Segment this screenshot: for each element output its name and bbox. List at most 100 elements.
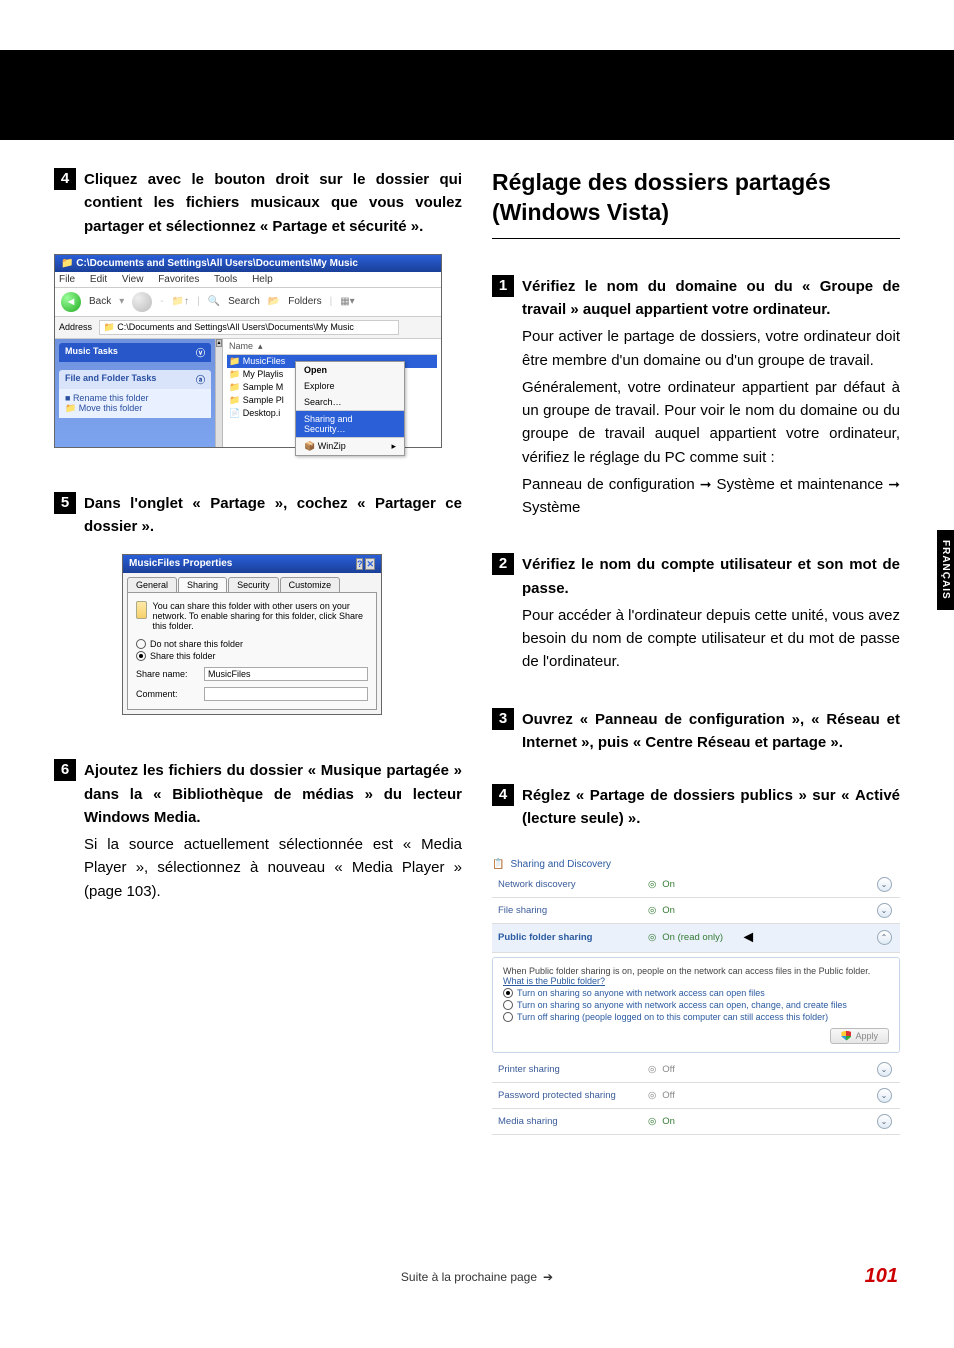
step-title: Dans l'onglet « Partage », cochez « Part… [84, 492, 462, 539]
row-label: File sharing [498, 905, 648, 916]
vista-section-head: 📋 Sharing and Discovery [492, 857, 900, 872]
left-column: 4 Cliquez avec le bouton droit sur le do… [54, 168, 462, 1135]
chevron-down-icon: ⌄ [877, 877, 892, 892]
step-detail: Panneau de configuration ➞ Système et ma… [522, 473, 900, 520]
properties-screenshot: MusicFiles Properties ?✕ General Sharing… [122, 554, 382, 715]
explorer-sidebar: Music Tasksⓥ File and Folder Tasksⓐ ■ Re… [55, 339, 215, 447]
vista-row-printer: Printer sharing ◎ Off ⌄ [492, 1057, 900, 1083]
close-icon: ✕ [365, 558, 375, 570]
step-number: 6 [54, 759, 76, 781]
chevron-down-icon: ⌄ [877, 903, 892, 918]
radio-opt3: Turn off sharing (people logged on to th… [503, 1012, 889, 1022]
step-4: 4 Cliquez avec le bouton droit sur le do… [54, 168, 462, 238]
step-3: 3 Ouvrez « Panneau de configuration », «… [492, 708, 900, 755]
row-value: ◎ On [648, 905, 874, 916]
menu-help: Help [252, 274, 273, 285]
radio-opt1: Turn on sharing so anyone with network a… [503, 988, 889, 998]
context-menu: Open Explore Search… Sharing and Securit… [295, 361, 405, 456]
shield-icon [841, 1031, 851, 1041]
explorer-titlebar: 📁 C:\Documents and Settings\All Users\Do… [55, 255, 441, 272]
step-title: Vérifiez le nom du compte utilisateur et… [522, 553, 900, 600]
indicator-arrow-icon: ◄ [740, 929, 756, 947]
step-title: Ouvrez « Panneau de configuration », « R… [522, 708, 900, 755]
vista-row-publicfolder: Public folder sharing ◎ On (read only) ◄… [492, 924, 900, 953]
properties-title-text: MusicFiles Properties [129, 558, 232, 570]
menu-favorites: Favorites [158, 274, 199, 285]
views-icon: ▦▾ [340, 296, 354, 307]
share-name-label: Share name: [136, 669, 198, 679]
row-label: Public folder sharing [498, 932, 648, 943]
row-label: Media sharing [498, 1116, 648, 1127]
explorer-title-text: C:\Documents and Settings\All Users\Docu… [76, 258, 358, 269]
tab-security: Security [228, 577, 279, 592]
row-value: ◎ Off [648, 1064, 874, 1075]
tab-sharing: Sharing [178, 577, 227, 592]
share-name-input [204, 667, 368, 681]
menu-file: File [59, 274, 75, 285]
step-number: 4 [54, 168, 76, 190]
move-folder-item: 📁 Move this folder [65, 403, 205, 414]
vista-row-password: Password protected sharing ◎ Off ⌄ [492, 1083, 900, 1109]
explorer-screenshot: 📁 C:\Documents and Settings\All Users\Do… [54, 254, 442, 448]
list-header-name: Name ▴ [227, 339, 437, 355]
page-content: 4 Cliquez avec le bouton droit sur le do… [54, 168, 900, 1135]
radio-opt2: Turn on sharing so anyone with network a… [503, 1000, 889, 1010]
row-label: Network discovery [498, 879, 648, 890]
help-icon: ? [356, 558, 364, 570]
properties-titlebar: MusicFiles Properties ?✕ [123, 555, 381, 573]
panel-link: What is the Public folder? [503, 976, 605, 986]
arrow-icon: ➞ [700, 474, 712, 496]
language-tab: FRANÇAIS [937, 530, 954, 610]
step-title: Ajoutez les fichiers du dossier « Musiqu… [84, 759, 462, 829]
step-body: Vérifiez le nom du compte utilisateur et… [522, 553, 900, 673]
step-number: 2 [492, 553, 514, 575]
tab-customize: Customize [280, 577, 341, 592]
properties-body: You can share this folder with other use… [127, 592, 377, 710]
address-bar: Address 📁 C:\Documents and Settings\All … [55, 317, 441, 339]
right-column: Réglage des dossiers partagés (Windows V… [492, 168, 900, 1135]
step-number: 1 [492, 275, 514, 297]
folders-icon: 📂 [268, 296, 280, 307]
header-black-bar [0, 50, 954, 140]
comment-input [204, 687, 368, 701]
row-value: ◎ On [648, 879, 874, 890]
ctx-winzip: 📦 WinZip▸ [296, 438, 404, 455]
step-6: 6 Ajoutez les fichiers du dossier « Musi… [54, 759, 462, 903]
forward-icon [132, 292, 152, 312]
vista-screenshot: 📋 Sharing and Discovery Network discover… [492, 857, 900, 1135]
tab-general: General [127, 577, 177, 592]
music-tasks-head: Music Tasksⓥ [59, 343, 211, 362]
back-icon: ◄ [61, 292, 81, 312]
folders-label: Folders [288, 296, 321, 307]
page-footer: Suite à la prochaine page ➔ 101 [0, 1265, 954, 1288]
ctx-explore: Explore [296, 378, 404, 394]
step-title: Vérifiez le nom du domaine ou du « Group… [522, 275, 900, 322]
step-body: Ajoutez les fichiers du dossier « Musiqu… [84, 759, 462, 903]
explorer-toolbar: ◄ Back ▾ - 📁↑ | 🔍 Search 📂 Folders | ▦▾ [55, 288, 441, 317]
menu-edit: Edit [90, 274, 107, 285]
address-text: C:\Documents and Settings\All Users\Docu… [117, 322, 354, 332]
chevron-down-icon: ⌄ [877, 1062, 892, 1077]
menu-tools: Tools [214, 274, 237, 285]
step-2: 2 Vérifiez le nom du compte utilisateur … [492, 553, 900, 673]
step-title: Réglez « Partage de dossiers publics » s… [522, 784, 900, 831]
row-label: Password protected sharing [498, 1090, 648, 1101]
step-detail: Si la source actuellement sélectionnée e… [84, 833, 462, 903]
share-name-row: Share name: [136, 667, 368, 681]
step-5: 5 Dans l'onglet « Partage », cochez « Pa… [54, 492, 462, 539]
step-4-right: 4 Réglez « Partage de dossiers publics »… [492, 784, 900, 831]
footer-text: Suite à la prochaine page ➔ [401, 1270, 553, 1284]
explorer-file-list: Name ▴ 📁 MusicFiles 📁 My Playlis 📁 Sampl… [223, 339, 441, 447]
vista-row-media: Media sharing ◎ On ⌄ [492, 1109, 900, 1135]
step-detail: Généralement, votre ordinateur appartien… [522, 376, 900, 469]
step-detail: Pour accéder à l'ordinateur depuis cette… [522, 604, 900, 674]
radio-share-folder: Share this folder [136, 651, 368, 661]
step-number: 3 [492, 708, 514, 730]
row-label: Printer sharing [498, 1064, 648, 1075]
search-icon: 🔍 [208, 296, 220, 307]
step-number: 4 [492, 784, 514, 806]
row-value: ◎ On [648, 1116, 874, 1127]
explorer-menubar: File Edit View Favorites Tools Help [55, 272, 441, 288]
comment-row: Comment: [136, 687, 368, 701]
step-1: 1 Vérifiez le nom du domaine ou du « Gro… [492, 275, 900, 520]
